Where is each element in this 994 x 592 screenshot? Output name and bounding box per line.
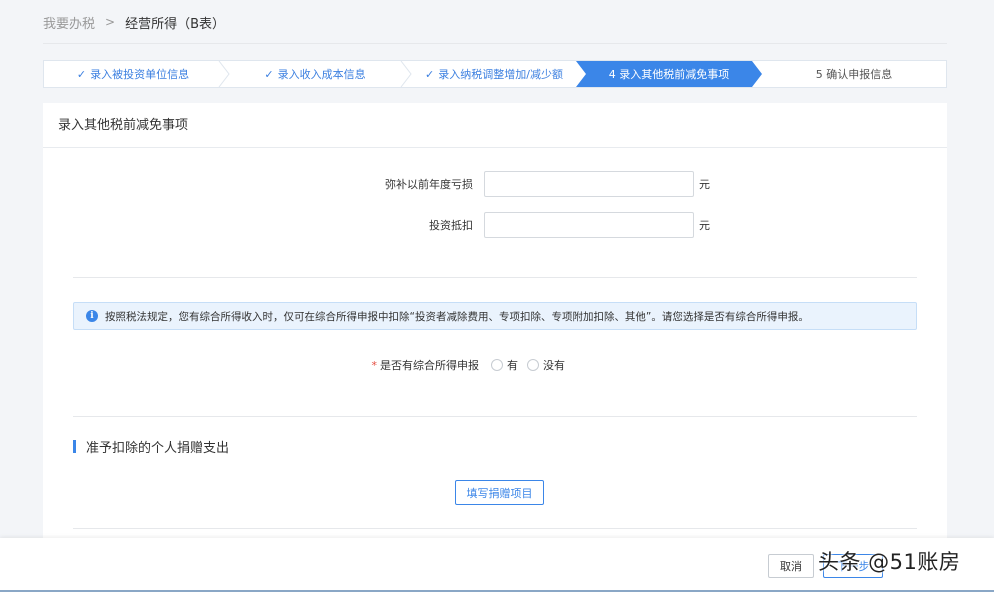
section-bar-icon: [73, 439, 76, 453]
radio-option-label: 有: [507, 359, 518, 372]
unit-label: 元: [699, 178, 710, 191]
required-mark: *: [371, 359, 378, 372]
section-title: 准予扣除的个人捐赠支出: [86, 440, 230, 456]
info-icon: i: [86, 310, 98, 322]
step-label: 5 确认申报信息: [815, 68, 893, 81]
field-row-loss-offset: 弥补以前年度亏损 元: [43, 171, 947, 197]
radio-label-text: 是否有综合所得申报: [380, 359, 479, 372]
cancel-button[interactable]: 取消: [768, 554, 814, 578]
divider: [73, 528, 917, 529]
radio-option-yes[interactable]: 有: [491, 357, 518, 373]
check-icon: ✓: [76, 67, 87, 81]
footer-bar: 取消 下一步 头条 @51账房: [0, 538, 994, 592]
investment-deduction-input[interactable]: [484, 212, 694, 238]
step-5: 5 确认申报信息: [762, 61, 946, 87]
notice-text: 按照税法规定，您有综合所得收入时，仅可在综合所得申报中扣除“投资者减除费用、专项…: [105, 310, 809, 323]
step-2[interactable]: ✓ 录入收入成本信息: [226, 61, 404, 87]
loss-offset-label: 弥补以前年度亏损: [385, 178, 473, 191]
unit-label: 元: [699, 219, 710, 232]
field-row-investment-deduction: 投资抵扣 元: [43, 212, 947, 238]
investment-deduction-label: 投资抵扣: [429, 219, 473, 232]
radio-group-label: * 是否有综合所得申报: [372, 357, 480, 373]
breadcrumb-current: 经营所得（B表）: [125, 16, 225, 32]
loss-offset-input[interactable]: [484, 171, 694, 197]
breadcrumb-link-tax[interactable]: 我要办税: [43, 13, 95, 32]
check-icon: ✓: [425, 67, 435, 81]
fill-donation-button[interactable]: 填写捐赠项目: [455, 480, 544, 505]
step-progress-bar: ✓ 录入被投资单位信息 ✓ 录入收入成本信息 ✓ 录入纳税调整增加/减少额 4 …: [43, 60, 947, 88]
step-4-active[interactable]: 4 录入其他税前减免事项: [576, 61, 762, 87]
watermark: 头条 @51账房: [818, 550, 961, 574]
step-3[interactable]: ✓ 录入纳税调整增加/减少额: [408, 61, 580, 87]
breadcrumb-separator: >: [105, 15, 116, 29]
step-label: 录入收入成本信息: [277, 68, 366, 81]
step-1[interactable]: ✓ 录入被投资单位信息: [44, 61, 222, 87]
notice-banner: i 按照税法规定，您有综合所得收入时，仅可在综合所得申报中扣除“投资者减除费用、…: [73, 302, 917, 330]
step-label: 录入被投资单位信息: [90, 68, 190, 81]
radio-option-no[interactable]: 没有: [527, 357, 565, 373]
radio-circle-icon[interactable]: [491, 359, 503, 371]
step-label: 录入纳税调整增加/减少额: [438, 68, 563, 81]
radio-option-label: 没有: [543, 359, 565, 372]
breadcrumb: 我要办税 > 经营所得（B表）: [43, 12, 225, 32]
step-label: 4 录入其他税前减免事项: [608, 68, 730, 81]
top-divider: [43, 43, 947, 44]
divider: [73, 277, 917, 278]
form-card: 录入其他税前减免事项 弥补以前年度亏损 元 投资抵扣 元 i 按照税法规定，您有…: [43, 103, 947, 543]
card-title: 录入其他税前减免事项: [43, 103, 947, 148]
radio-circle-icon[interactable]: [527, 359, 539, 371]
check-icon: ✓: [264, 67, 274, 81]
divider: [73, 416, 917, 417]
comprehensive-income-radio-group: * 是否有综合所得申报 有 没有: [43, 357, 947, 373]
section-heading-donation: 准予扣除的个人捐赠支出: [73, 438, 230, 456]
